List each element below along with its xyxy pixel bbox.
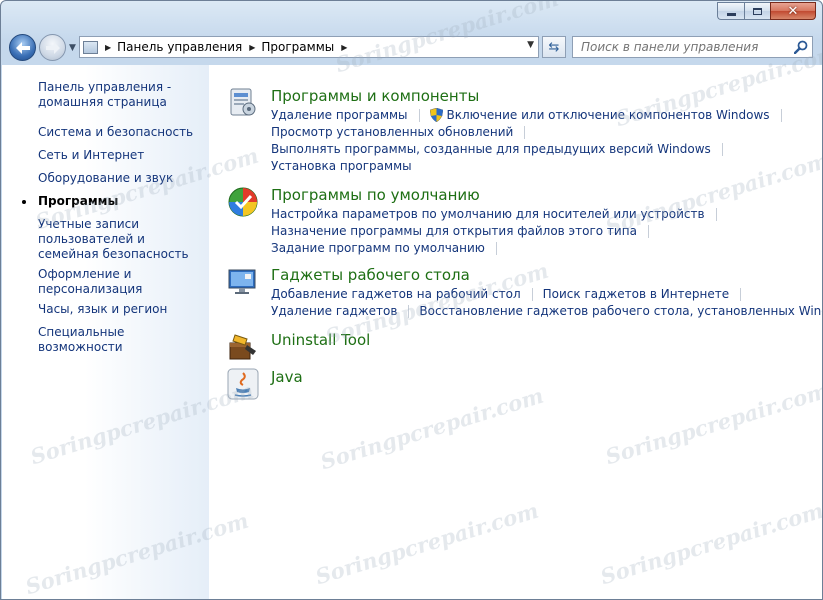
sidebar-item-clock-language-region[interactable]: Часы, язык и регион (38, 302, 167, 317)
uac-shield-icon (429, 108, 443, 122)
link-separator (715, 207, 717, 221)
sidebar-item-ease-of-access[interactable]: Специальные возможности (38, 325, 209, 355)
task-row: Назначение программы для открытия файлов… (271, 224, 659, 238)
uninstall-gadget-link[interactable]: Удаление гаджетов (271, 304, 397, 318)
java-title[interactable]: Java (271, 368, 303, 386)
desktop-gadgets-icon (228, 269, 256, 294)
link-separator (495, 241, 497, 255)
task-row: Удаление программы Включение или отключе… (271, 108, 792, 122)
back-button[interactable] (9, 34, 36, 61)
sidebar-item-hardware-sound[interactable]: Оборудование и звук (38, 171, 173, 186)
refresh-icon: ⇆ (548, 39, 560, 55)
minimize-button[interactable] (717, 2, 744, 20)
control-panel-icon (83, 40, 98, 54)
control-panel-window: ✕ ▼ ▶ Панель управления ▶ Программы ▶ ▼ … (0, 0, 823, 600)
task-row: Просмотр установленных обновлений (271, 125, 535, 139)
forward-button[interactable] (39, 34, 66, 61)
sidebar-item-user-accounts[interactable]: Учетные записи пользователей и семейная … (38, 217, 198, 262)
uninstall-program-link[interactable]: Удаление программы (271, 108, 408, 122)
link-separator (408, 304, 410, 318)
link-separator (647, 224, 649, 238)
sidebar: Панель управления - домашняя страница Си… (2, 65, 209, 599)
search-input[interactable] (579, 39, 788, 55)
maximize-button[interactable] (744, 2, 770, 20)
breadcrumb-control-panel[interactable]: Панель управления (117, 40, 242, 54)
programs-features-icon (230, 88, 256, 116)
breadcrumb-programs[interactable]: Программы (261, 40, 334, 54)
navigation-buttons: ▼ (9, 34, 76, 61)
add-gadgets-link[interactable]: Добавление гаджетов на рабочий стол (271, 287, 521, 301)
task-row: Задание программ по умолчанию (271, 241, 507, 255)
refresh-button[interactable]: ⇆ (542, 36, 566, 58)
task-row: Установка программы (271, 159, 412, 173)
active-item-bullet (22, 200, 26, 204)
uninstall-tool-title[interactable]: Uninstall Tool (271, 331, 370, 349)
java-icon (227, 368, 259, 400)
minimize-icon (726, 12, 736, 16)
autoplay-settings-link[interactable]: Настройка параметров по умолчанию для но… (271, 207, 705, 221)
compatibility-link[interactable]: Выполнять программы, созданные для преды… (271, 142, 711, 156)
close-button[interactable]: ✕ (770, 2, 816, 20)
maximize-icon (753, 7, 762, 15)
default-programs-icon (228, 187, 258, 217)
close-icon: ✕ (787, 3, 799, 19)
link-separator (740, 287, 742, 301)
caption-buttons: ✕ (717, 2, 816, 20)
search-icon[interactable] (794, 40, 808, 54)
programs-features-title[interactable]: Программы и компоненты (271, 87, 479, 105)
link-separator (721, 142, 723, 156)
search-box[interactable] (572, 36, 813, 58)
default-programs-title[interactable]: Программы по умолчанию (271, 186, 480, 204)
install-program-link[interactable]: Установка программы (271, 159, 412, 173)
restore-gadgets-link[interactable]: Восстановление гаджетов рабочего стола, … (419, 304, 822, 318)
task-row: Выполнять программы, созданные для преды… (271, 142, 733, 156)
link-separator (418, 108, 420, 122)
sidebar-item-network-internet[interactable]: Сеть и Интернет (38, 148, 144, 163)
windows-features-link[interactable]: Включение или отключение компонентов Win… (447, 108, 770, 122)
task-row: Настройка параметров по умолчанию для но… (271, 207, 727, 221)
main-content: Программы и компоненты Удаление программ… (209, 65, 822, 599)
desktop-gadgets-title[interactable]: Гаджеты рабочего стола (271, 266, 470, 284)
sidebar-item-programs[interactable]: Программы (38, 194, 118, 209)
breadcrumb-chevron-icon[interactable]: ▶ (341, 43, 347, 52)
sidebar-item-system-security[interactable]: Система и безопасность (38, 125, 193, 140)
set-default-programs-link[interactable]: Задание программ по умолчанию (271, 241, 485, 255)
arrow-left-icon (15, 41, 30, 54)
sidebar-item-control-panel-home[interactable]: Панель управления - домашняя страница (38, 80, 178, 110)
task-row: Добавление гаджетов на рабочий стол Поис… (271, 287, 751, 301)
link-separator (531, 287, 533, 301)
file-association-link[interactable]: Назначение программы для открытия файлов… (271, 224, 637, 238)
link-separator (780, 108, 782, 122)
uninstall-tool-icon (229, 334, 256, 360)
address-dropdown-icon[interactable]: ▼ (527, 40, 534, 50)
task-row: Удаление гаджетов Восстановление гаджето… (271, 304, 822, 318)
breadcrumb-chevron-icon[interactable]: ▶ (105, 43, 111, 52)
find-gadgets-online-link[interactable]: Поиск гаджетов в Интернете (543, 287, 730, 301)
recent-pages-dropdown-icon[interactable]: ▼ (69, 43, 76, 53)
link-separator (524, 125, 526, 139)
arrow-right-icon (45, 41, 60, 54)
sidebar-item-appearance[interactable]: Оформление и персонализация (38, 267, 148, 297)
address-bar[interactable]: ▶ Панель управления ▶ Программы ▶ ▼ (79, 36, 539, 58)
breadcrumb-chevron-icon[interactable]: ▶ (249, 43, 255, 52)
view-installed-updates-link[interactable]: Просмотр установленных обновлений (271, 125, 513, 139)
